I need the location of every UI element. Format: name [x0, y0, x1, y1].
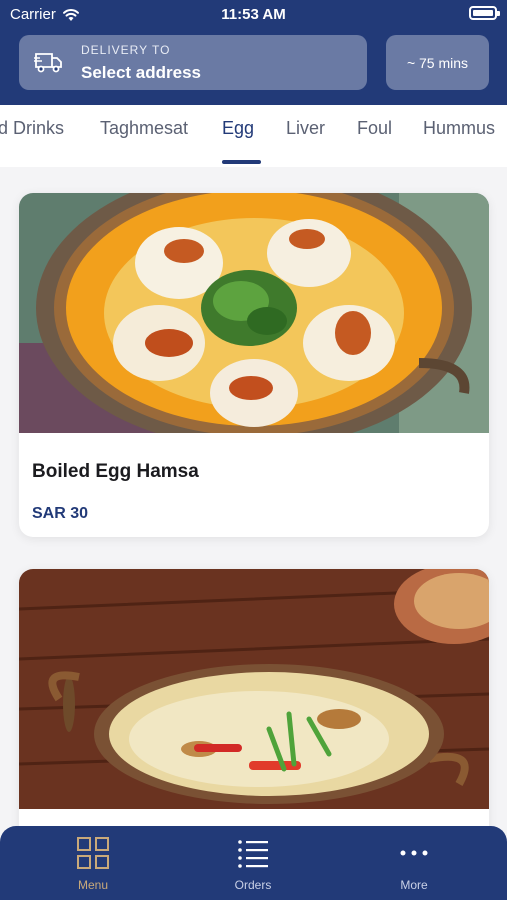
tab-taghmesat[interactable]: Taghmesat — [100, 118, 188, 139]
item-price: SAR 30 — [32, 505, 89, 522]
nav-more[interactable]: More — [369, 836, 459, 892]
grid-icon — [77, 837, 109, 869]
nav-menu[interactable]: Menu — [48, 836, 138, 892]
delivery-eta[interactable]: ~ 75 mins — [386, 35, 489, 90]
status-bar: Carrier 11:53 AM — [0, 0, 507, 28]
menu-item-card[interactable]: Boiled Egg Hamsa SAR 30 — [19, 193, 489, 537]
menu-item-card[interactable] — [19, 569, 489, 869]
bottom-navigation: Menu Orders More — [0, 826, 507, 900]
cheese-egg-skillet-photo — [19, 569, 489, 809]
list-icon — [238, 840, 268, 868]
tab-egg[interactable]: Egg — [222, 118, 254, 139]
tab-drinks[interactable]: d Drinks — [0, 118, 64, 139]
active-tab-indicator — [222, 160, 261, 164]
tab-hummus[interactable]: Hummus — [423, 118, 495, 139]
delivery-truck-icon — [34, 53, 62, 73]
delivery-label: DELIVERY TO — [81, 43, 171, 57]
item-title: Boiled Egg Hamsa — [32, 461, 199, 482]
tab-liver[interactable]: Liver — [286, 118, 325, 139]
tab-foul[interactable]: Foul — [357, 118, 392, 139]
nav-more-label: More — [400, 878, 428, 892]
more-dots-icon — [400, 850, 428, 856]
nav-menu-label: Menu — [77, 878, 109, 892]
clock: 11:53 AM — [221, 6, 286, 23]
nav-orders-label: Orders — [234, 878, 272, 892]
app-header: Carrier 11:53 AM DELIVERY TO Select addr… — [0, 0, 507, 105]
boiled-egg-dish-photo — [19, 193, 489, 433]
nav-orders[interactable]: Orders — [208, 836, 298, 892]
battery-icon — [469, 6, 500, 20]
delivery-address-selector[interactable]: DELIVERY TO Select address — [19, 35, 367, 90]
category-tabs: d Drinks Taghmesat Egg Liver Foul Hummus — [0, 105, 507, 167]
address-value: Select address — [81, 63, 202, 82]
